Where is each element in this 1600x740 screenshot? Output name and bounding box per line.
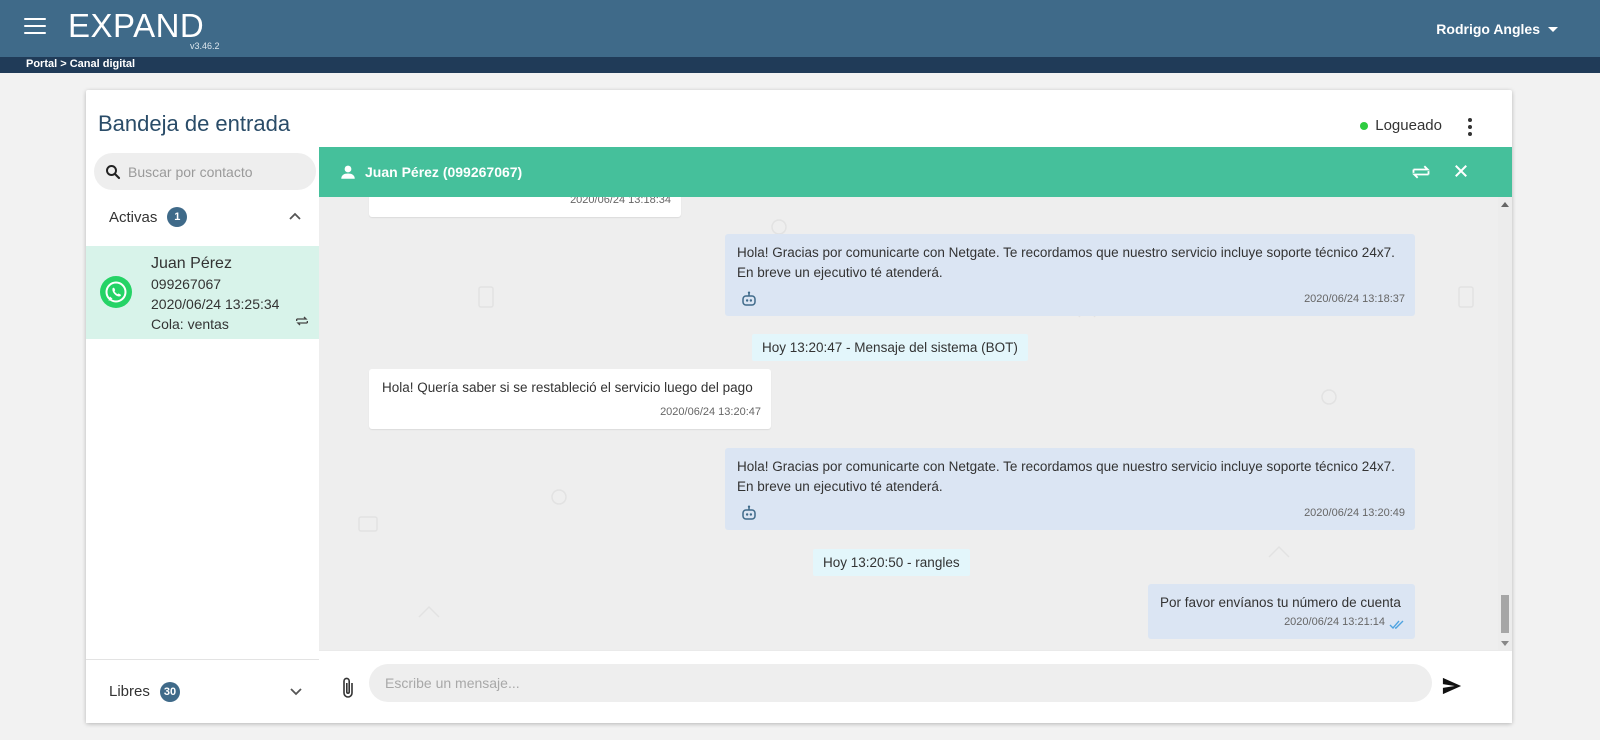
message-time: 2020/06/24 13:21:14: [1284, 616, 1385, 628]
more-options-icon[interactable]: [1468, 118, 1472, 139]
contact-list-item[interactable]: Juan Pérez 099267067 2020/06/24 13:25:34…: [86, 246, 324, 339]
transfer-chat-icon[interactable]: [1411, 162, 1431, 182]
chat-contact-title: Juan Pérez (099267067): [365, 164, 523, 180]
contact-queue: Cola: ventas: [151, 316, 229, 332]
search-icon: [106, 164, 121, 179]
message-scrollbar[interactable]: [1498, 197, 1512, 650]
contact-name: Juan Pérez: [151, 255, 232, 272]
incoming-message: Hola! Quería saber si se restableció el …: [369, 369, 771, 429]
libres-count-badge: 30: [159, 681, 181, 702]
inbox-card: Bandeja de entrada Logueado Activas 1 Ju…: [86, 90, 1512, 723]
contact-phone: 099267067: [151, 276, 222, 292]
bot-message: Hola! Gracias por comunicarte con Netgat…: [725, 234, 1415, 316]
status-label: Logueado: [1375, 117, 1442, 134]
app-version: v3.46.2: [190, 41, 220, 51]
activas-count-badge: 1: [167, 207, 188, 227]
message-text-line1: Hola! Gracias por comunicarte con Netgat…: [737, 245, 1395, 260]
person-icon: [341, 165, 355, 179]
breadcrumb[interactable]: Portal > Canal digital: [26, 58, 135, 70]
message-text-line2: En breve un ejecutivo té atenderá.: [737, 479, 943, 494]
message-time: 2020/06/24 13:20:49: [1304, 507, 1405, 519]
send-icon[interactable]: [1441, 676, 1463, 696]
libres-label: Libres: [109, 683, 150, 700]
hamburger-menu-icon[interactable]: [24, 18, 46, 36]
user-name: Rodrigo Angles: [1436, 21, 1540, 37]
chat-header: Juan Pérez (099267067): [319, 147, 1512, 197]
bot-message: Hola! Gracias por comunicarte con Netgat…: [725, 448, 1415, 530]
scrollbar-thumb[interactable]: [1501, 595, 1509, 633]
contact-datetime: 2020/06/24 13:25:34: [151, 296, 280, 312]
breadcrumb-bar: Portal > Canal digital: [0, 57, 1600, 73]
message-text: Por favor envíanos tu número de cuenta: [1160, 595, 1401, 610]
chevron-down-icon: [290, 688, 302, 696]
libres-section-toggle[interactable]: Libres 30: [86, 659, 325, 723]
message-time: 2020/06/24 13:18:34: [570, 197, 671, 206]
app-logo: EXPAND: [68, 7, 205, 44]
robot-icon: [742, 291, 756, 306]
activas-label: Activas: [109, 208, 158, 226]
message-list[interactable]: 2020/06/24 13:18:34 Hola! Gracias por co…: [319, 197, 1512, 650]
contact-search: [94, 153, 316, 190]
page-title: Bandeja de entrada: [98, 111, 291, 136]
message-time: 2020/06/24 13:20:47: [660, 406, 761, 418]
message-text-line1: Hola! Gracias por comunicarte con Netgat…: [737, 459, 1395, 474]
user-menu[interactable]: Rodrigo Angles: [1436, 21, 1558, 37]
system-note: Hoy 13:20:50 - rangles: [813, 549, 970, 576]
chevron-up-icon: [289, 212, 301, 220]
double-check-icon: [1389, 620, 1404, 630]
transfer-icon[interactable]: [294, 313, 310, 329]
message-text-line2: En breve un ejecutivo té atenderá.: [737, 265, 943, 280]
activas-section-toggle[interactable]: Activas 1: [86, 195, 326, 239]
scroll-up-icon[interactable]: [1501, 202, 1509, 207]
caret-down-icon: [1548, 26, 1558, 32]
close-chat-icon[interactable]: [1452, 162, 1470, 180]
message-time: 2020/06/24 13:18:37: [1304, 293, 1405, 305]
top-bar: EXPAND v3.46.2 Rodrigo Angles: [0, 0, 1600, 57]
message-text: Hola! Quería saber si se restableció el …: [382, 380, 753, 395]
whatsapp-icon: [100, 276, 132, 308]
contacts-sidebar: Activas 1 Juan Pérez 099267067 2020/06/2…: [86, 147, 326, 723]
outgoing-message: Por favor envíanos tu número de cuenta 2…: [1148, 584, 1415, 639]
status-dot-icon: [1360, 121, 1369, 130]
search-input[interactable]: [128, 163, 308, 180]
scroll-down-icon[interactable]: [1501, 641, 1509, 646]
system-note: Hoy 13:20:47 - Mensaje del sistema (BOT): [752, 334, 1028, 361]
robot-icon: [742, 505, 756, 520]
incoming-message: 2020/06/24 13:18:34: [369, 197, 681, 217]
paperclip-icon[interactable]: [341, 676, 355, 700]
message-composer: [319, 650, 1512, 723]
agent-status: Logueado: [1360, 117, 1442, 134]
message-input[interactable]: [369, 664, 1432, 702]
